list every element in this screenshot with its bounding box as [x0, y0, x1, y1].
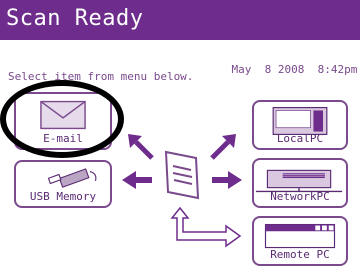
date-year: 2008	[277, 63, 305, 76]
title-bar: Scan Ready	[0, 0, 360, 40]
datetime: May 8 2008 8:42pm	[205, 50, 358, 89]
localpc-label: LocalPC	[276, 132, 324, 145]
networkpc-button[interactable]: NetworkPC	[252, 158, 348, 208]
remotepc-button[interactable]: Remote PC	[252, 216, 348, 266]
remotepc-label: Remote PC	[270, 248, 330, 261]
networkpc-label: NetworkPC	[270, 190, 330, 203]
usb-memory-button[interactable]: USB Memory	[14, 160, 112, 208]
date-month: May	[231, 63, 252, 76]
instruction-text: Select item from menu below.	[8, 70, 194, 83]
localpc-button[interactable]: LocalPC	[252, 100, 348, 150]
document-icon	[164, 150, 200, 200]
page-title: Scan Ready	[6, 6, 144, 31]
usb-drive-icon	[47, 168, 97, 188]
arrow-right-icon	[212, 171, 242, 189]
scan-ready-screen: Scan Ready May 8 2008 8:42pm Select item…	[0, 0, 360, 274]
arrow-down-right-icon	[170, 206, 242, 248]
arrow-left-icon	[122, 171, 152, 189]
arrow-up-right-icon	[210, 134, 236, 160]
date-day: 8	[264, 63, 272, 76]
arrow-up-left-icon	[128, 134, 154, 160]
time: 8:42pm	[317, 63, 358, 76]
usb-memory-label: USB Memory	[29, 190, 97, 203]
highlight-ring	[0, 80, 124, 158]
